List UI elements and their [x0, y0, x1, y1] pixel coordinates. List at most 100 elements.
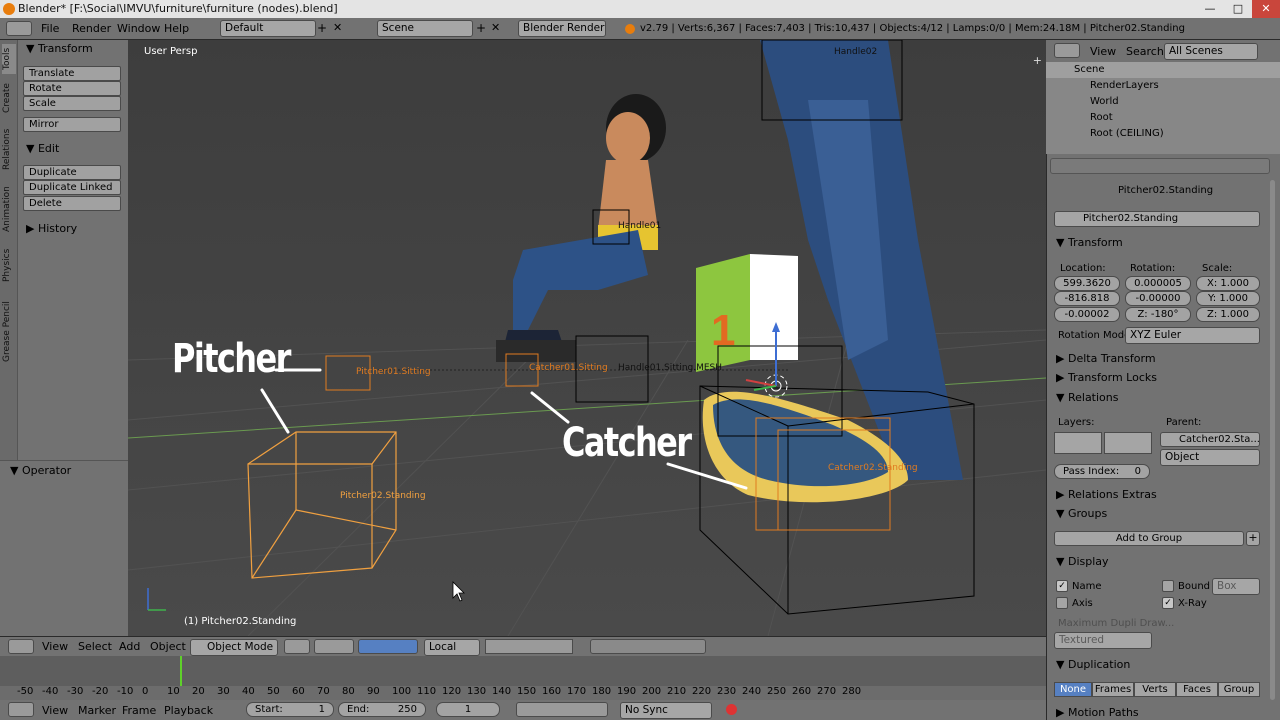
history-panel-header[interactable]: ▶ History: [26, 222, 77, 235]
dup-tab-verts[interactable]: Verts: [1134, 682, 1176, 697]
screen-layout-dropdown[interactable]: Default: [220, 20, 316, 37]
outliner-item-renderlayers[interactable]: RenderLayers: [1046, 78, 1280, 94]
maximize-button[interactable]: □: [1224, 0, 1252, 18]
viewport-shading-icon[interactable]: [284, 639, 310, 654]
add-to-group-button[interactable]: Add to Group: [1054, 531, 1244, 546]
outliner-filter-dropdown[interactable]: All Scenes: [1164, 43, 1258, 60]
layer-buttons[interactable]: [485, 639, 573, 654]
menu-view[interactable]: View: [42, 640, 68, 653]
edit-panel-header[interactable]: ▼ Edit: [26, 142, 59, 155]
add-scene-icon[interactable]: +: [476, 21, 486, 35]
remove-scene-icon[interactable]: ✕: [491, 21, 500, 34]
scale-z-field[interactable]: Z: 1.000: [1196, 307, 1260, 322]
mirror-button[interactable]: Mirror: [23, 117, 121, 132]
menu-object[interactable]: Object: [150, 640, 186, 653]
xray-checkbox[interactable]: ✓: [1162, 597, 1174, 609]
menu-window[interactable]: Window: [117, 22, 160, 35]
add-group-plus-icon[interactable]: +: [1246, 531, 1260, 546]
editor-type-icon[interactable]: [6, 21, 32, 36]
duplicate-button[interactable]: Duplicate: [23, 165, 121, 180]
manipulator-toggle-icon[interactable]: [358, 639, 418, 654]
menu-select[interactable]: Select: [78, 640, 112, 653]
transform-locks-header[interactable]: ▶ Transform Locks: [1056, 371, 1157, 384]
operator-panel-header[interactable]: ▼ Operator: [10, 464, 71, 477]
transform-orientation-dropdown[interactable]: Local: [424, 639, 480, 656]
translate-button[interactable]: Translate: [23, 66, 121, 81]
outliner-item-root-ceiling[interactable]: Root (CEILING): [1046, 126, 1280, 142]
3d-viewport[interactable]: 1 Handle02 Handle01 Pitcher01.Sitting Ca…: [128, 40, 1046, 636]
scale-button[interactable]: Scale: [23, 96, 121, 111]
tab-relations[interactable]: Relations: [2, 120, 16, 178]
record-button-icon[interactable]: [726, 704, 737, 715]
snap-tools-icons[interactable]: [590, 639, 706, 654]
remove-layout-icon[interactable]: ✕: [333, 21, 342, 34]
menu-outliner-search[interactable]: Search: [1126, 45, 1164, 58]
relations-extras-header[interactable]: ▶ Relations Extras: [1056, 488, 1157, 501]
menu-frame[interactable]: Frame: [122, 704, 156, 717]
location-z-field[interactable]: -0.00002: [1054, 307, 1120, 322]
tab-create[interactable]: Create: [2, 78, 16, 118]
menu-playback[interactable]: Playback: [164, 704, 213, 717]
menu-help[interactable]: Help: [164, 22, 189, 35]
start-frame-field[interactable]: Start: 1: [246, 702, 334, 717]
playback-controls[interactable]: [516, 702, 608, 717]
display-header[interactable]: ▼ Display: [1056, 555, 1109, 568]
scene-dropdown[interactable]: Scene: [377, 20, 473, 37]
scale-x-field[interactable]: X: 1.000: [1196, 276, 1260, 291]
menu-marker[interactable]: Marker: [78, 704, 116, 717]
parent-type-dropdown[interactable]: Object: [1160, 449, 1260, 466]
name-checkbox[interactable]: ✓: [1056, 580, 1068, 592]
pass-index-field[interactable]: Pass Index: 0: [1054, 464, 1150, 479]
dup-tab-faces[interactable]: Faces: [1176, 682, 1218, 697]
close-button[interactable]: ✕: [1252, 0, 1280, 18]
tab-tools[interactable]: Tools: [2, 44, 16, 74]
current-frame-field[interactable]: 1: [436, 702, 500, 717]
rotation-mode-dropdown[interactable]: XYZ Euler: [1125, 327, 1260, 344]
minimize-button[interactable]: —: [1196, 0, 1224, 18]
location-y-field[interactable]: -816.818: [1054, 291, 1120, 306]
bound-type-dropdown[interactable]: Box: [1212, 578, 1260, 595]
delete-button[interactable]: Delete: [23, 196, 121, 211]
end-frame-field[interactable]: End: 250: [338, 702, 426, 717]
menu-file[interactable]: File: [41, 22, 59, 35]
rotation-z-field[interactable]: Z: -180°: [1125, 307, 1191, 322]
rotation-x-field[interactable]: 0.000005: [1125, 276, 1191, 291]
properties-scrollbar[interactable]: [1270, 180, 1275, 700]
tab-animation[interactable]: Animation: [2, 180, 16, 238]
parent-field[interactable]: Catcher02.Sta...: [1160, 432, 1260, 447]
duplicate-linked-button[interactable]: Duplicate Linked: [23, 180, 121, 195]
outliner-item-world[interactable]: World: [1046, 94, 1280, 110]
properties-tabs[interactable]: [1050, 158, 1270, 174]
dup-tab-frames[interactable]: Frames: [1092, 682, 1134, 697]
add-layout-icon[interactable]: +: [317, 21, 327, 35]
object-mode-dropdown[interactable]: Object Mode: [190, 639, 278, 656]
outliner-item-scene[interactable]: Scene: [1046, 62, 1280, 78]
rotation-y-field[interactable]: -0.00000: [1125, 291, 1191, 306]
editor-type-outliner-icon[interactable]: [1054, 43, 1080, 58]
layer-grid-2[interactable]: [1104, 432, 1152, 454]
sync-mode-dropdown[interactable]: No Sync: [620, 702, 712, 719]
menu-render[interactable]: Render: [72, 22, 111, 35]
pivot-point-icon[interactable]: [314, 639, 354, 654]
max-draw-type-dropdown[interactable]: Textured: [1054, 632, 1152, 649]
editor-type-timeline-icon[interactable]: [8, 702, 34, 717]
editor-type-3d-icon[interactable]: [8, 639, 34, 654]
delta-transform-header[interactable]: ▶ Delta Transform: [1056, 352, 1156, 365]
tab-grease-pencil[interactable]: Grease Pencil: [2, 292, 16, 372]
add-region-plus-icon[interactable]: +: [1033, 54, 1042, 67]
relations-header[interactable]: ▼ Relations: [1056, 391, 1118, 404]
menu-add[interactable]: Add: [119, 640, 140, 653]
menu-timeline-view[interactable]: View: [42, 704, 68, 717]
render-engine-dropdown[interactable]: Blender Render: [518, 20, 606, 37]
groups-header[interactable]: ▼ Groups: [1056, 507, 1107, 520]
location-x-field[interactable]: 599.3620: [1054, 276, 1120, 291]
transform-panel-header[interactable]: ▼ Transform: [26, 42, 93, 55]
dup-tab-group[interactable]: Group: [1218, 682, 1260, 697]
axis-checkbox[interactable]: [1056, 597, 1068, 609]
rotate-button[interactable]: Rotate: [23, 81, 121, 96]
dup-tab-none[interactable]: None: [1054, 682, 1092, 697]
menu-outliner-view[interactable]: View: [1090, 45, 1116, 58]
bound-checkbox[interactable]: [1162, 580, 1174, 592]
layer-grid[interactable]: [1054, 432, 1102, 454]
motion-paths-header[interactable]: ▶ Motion Paths: [1056, 706, 1139, 719]
